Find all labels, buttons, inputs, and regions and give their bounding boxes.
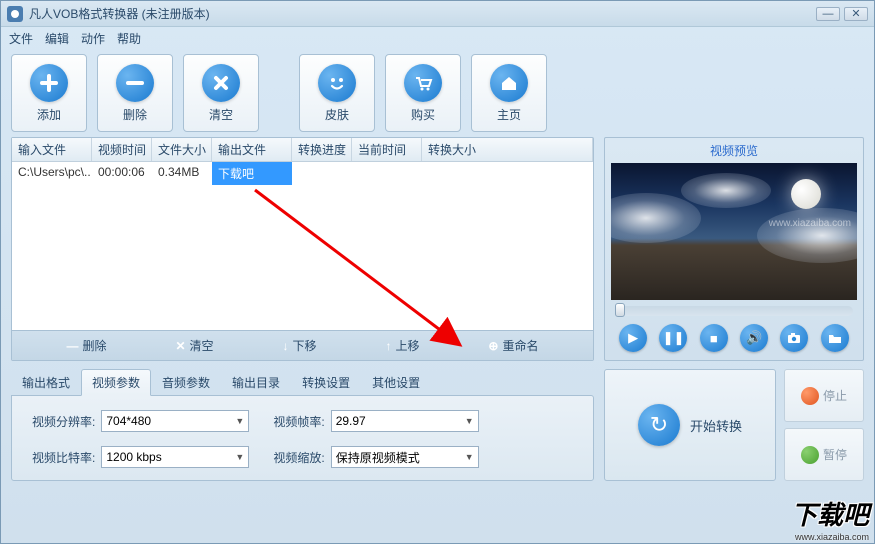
menubar: 文件 编辑 动作 帮助	[1, 27, 874, 49]
folder-button[interactable]	[821, 324, 849, 352]
snapshot-button[interactable]	[780, 324, 808, 352]
file-list-panel: 输入文件 视频时间 文件大小 输出文件 转换进度 当前时间 转换大小 C:\Us…	[11, 137, 594, 361]
tab-video[interactable]: 视频参数	[81, 369, 151, 396]
action-moveup[interactable]: ↑上移	[385, 337, 419, 354]
menu-action[interactable]: 动作	[81, 30, 105, 47]
titlebar: 凡人VOB格式转换器 (未注册版本) — ✕	[1, 1, 874, 27]
pause-button[interactable]: ❚❚	[659, 324, 687, 352]
table-row[interactable]: C:\Users\pc\... 00:00:06 0.34MB 下载吧	[12, 162, 593, 185]
smile-icon	[318, 64, 356, 102]
settings-panel: 输出格式 视频参数 音频参数 输出目录 转换设置 其他设置 视频分辨率: 704…	[11, 369, 594, 481]
pause-icon	[801, 446, 819, 464]
preview-title: 视频预览	[605, 138, 863, 163]
home-button[interactable]: 主页	[471, 54, 547, 132]
preview-image: www.xiazaiba.com	[611, 163, 857, 300]
tab-content: 视频分辨率: 704*480▼ 视频帧率: 29.97▼ 视频比特率: 1200…	[11, 395, 594, 481]
delete-button[interactable]: 删除	[97, 54, 173, 132]
window-title: 凡人VOB格式转换器 (未注册版本)	[29, 5, 210, 22]
action-rename[interactable]: ⊕重命名	[488, 337, 538, 354]
combo-resolution[interactable]: 704*480▼	[101, 410, 249, 432]
buy-button[interactable]: 购买	[385, 54, 461, 132]
label-resolution: 视频分辨率:	[32, 413, 95, 430]
clear-button[interactable]: 清空	[183, 54, 259, 132]
seek-slider[interactable]	[615, 306, 853, 316]
media-controls: ▶ ❚❚ ■ 🔊	[605, 320, 863, 360]
chevron-down-icon: ▼	[465, 452, 474, 462]
toolbar: 添加 删除 清空 皮肤 购买 主页	[1, 49, 874, 137]
tab-outdir[interactable]: 输出目录	[221, 369, 291, 396]
th-output[interactable]: 输出文件	[212, 138, 292, 161]
th-fsize[interactable]: 文件大小	[152, 138, 212, 161]
pause-convert-button[interactable]: 暂停	[784, 428, 864, 481]
action-movedown[interactable]: ↓下移	[282, 337, 316, 354]
chevron-down-icon: ▼	[235, 452, 244, 462]
start-convert-button[interactable]: ↻ 开始转换	[604, 369, 776, 481]
action-delete[interactable]: —删除	[66, 337, 106, 354]
combo-bitrate[interactable]: 1200 kbps▼	[101, 446, 249, 468]
stop-icon	[801, 387, 819, 405]
th-vtime[interactable]: 视频时间	[92, 138, 152, 161]
th-progress[interactable]: 转换进度	[292, 138, 352, 161]
list-actions: —删除 ✕清空 ↓下移 ↑上移 ⊕重命名	[12, 330, 593, 360]
moon-graphic	[791, 179, 821, 209]
th-curtime[interactable]: 当前时间	[352, 138, 422, 161]
stop-button[interactable]: 停止	[784, 369, 864, 422]
play-button[interactable]: ▶	[619, 324, 647, 352]
minimize-button[interactable]: —	[816, 7, 840, 21]
action-clear[interactable]: ✕清空	[175, 337, 213, 354]
tab-format[interactable]: 输出格式	[11, 369, 81, 396]
menu-help[interactable]: 帮助	[117, 30, 141, 47]
th-cvsize[interactable]: 转换大小	[422, 138, 593, 161]
page-watermark: 下载吧 www.xiazaiba.com	[791, 495, 869, 542]
tab-convset[interactable]: 转换设置	[291, 369, 361, 396]
convert-icon: ↻	[638, 404, 680, 446]
app-icon	[7, 6, 23, 22]
label-scale: 视频缩放:	[273, 449, 324, 466]
menu-file[interactable]: 文件	[9, 30, 33, 47]
tab-other[interactable]: 其他设置	[361, 369, 431, 396]
seek-thumb[interactable]	[615, 303, 625, 317]
x-icon	[202, 64, 240, 102]
th-input[interactable]: 输入文件	[12, 138, 92, 161]
chevron-down-icon: ▼	[235, 416, 244, 426]
tab-audio[interactable]: 音频参数	[151, 369, 221, 396]
cart-icon	[404, 64, 442, 102]
table-body[interactable]: C:\Users\pc\... 00:00:06 0.34MB 下载吧	[12, 162, 593, 330]
combo-scale[interactable]: 保持原视频模式▼	[331, 446, 479, 468]
label-fps: 视频帧率:	[273, 413, 324, 430]
plus-icon	[30, 64, 68, 102]
close-button[interactable]: ✕	[844, 7, 868, 21]
stop-media-button[interactable]: ■	[700, 324, 728, 352]
menu-edit[interactable]: 编辑	[45, 30, 69, 47]
label-bitrate: 视频比特率:	[32, 449, 95, 466]
skin-button[interactable]: 皮肤	[299, 54, 375, 132]
home-icon	[490, 64, 528, 102]
add-button[interactable]: 添加	[11, 54, 87, 132]
minus-icon	[116, 64, 154, 102]
volume-button[interactable]: 🔊	[740, 324, 768, 352]
chevron-down-icon: ▼	[465, 416, 474, 426]
combo-fps[interactable]: 29.97▼	[331, 410, 479, 432]
tabs: 输出格式 视频参数 音频参数 输出目录 转换设置 其他设置	[11, 369, 594, 396]
table-header: 输入文件 视频时间 文件大小 输出文件 转换进度 当前时间 转换大小	[12, 138, 593, 162]
preview-panel: 视频预览 www.xiazaiba.com ▶ ❚❚ ■ 🔊	[604, 137, 864, 361]
